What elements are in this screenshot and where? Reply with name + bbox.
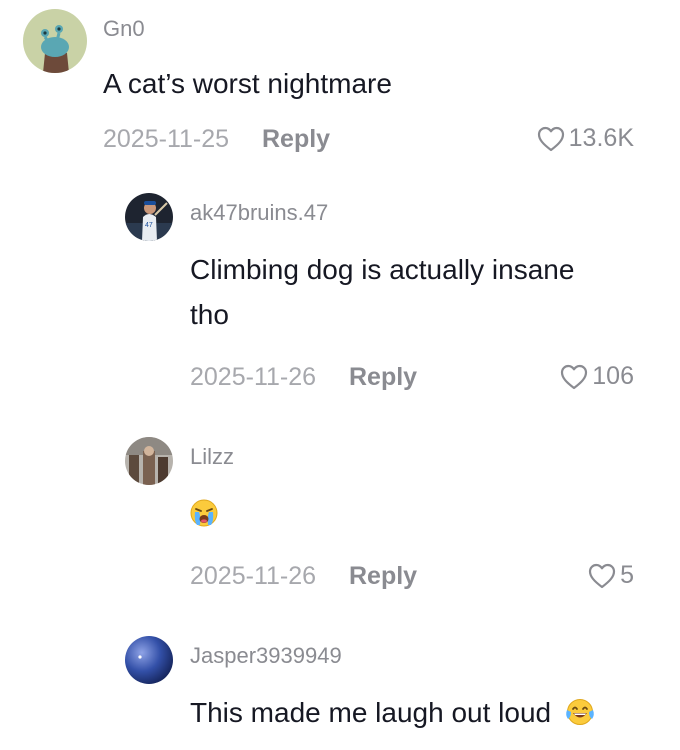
reply-button[interactable]: Reply	[349, 562, 417, 591]
username[interactable]: Jasper3939949	[190, 643, 342, 669]
like-button[interactable]: 106	[560, 362, 634, 391]
avatar[interactable]: 47	[125, 193, 173, 241]
comment-text: A cat’s worst nightmare	[103, 68, 392, 99]
reply-button[interactable]: Reply	[262, 125, 330, 154]
like-count: 5	[620, 561, 634, 589]
comment-date: 2025-11-26	[190, 363, 317, 391]
svg-text:47: 47	[145, 222, 153, 229]
avatar[interactable]	[23, 9, 87, 73]
like-button[interactable]: 13.6K	[537, 124, 634, 153]
snail-avatar-icon	[23, 9, 87, 73]
heart-icon	[537, 126, 564, 151]
comment-text: Climbing dog is actually insane	[190, 254, 575, 285]
crying-face-icon	[190, 499, 218, 527]
avatar[interactable]	[125, 437, 173, 485]
username[interactable]: Gn0	[103, 16, 145, 42]
like-count: 106	[592, 362, 634, 390]
comment-emoji	[190, 499, 218, 527]
reply-button[interactable]: Reply	[349, 363, 417, 392]
like-count: 13.6K	[568, 124, 634, 152]
heart-icon	[588, 563, 616, 588]
comment-date: 2025-11-26	[190, 562, 317, 590]
comment-text-continued: tho	[190, 299, 229, 330]
photo-avatar-icon	[125, 437, 173, 485]
heart-icon	[561, 364, 588, 389]
comment-text-body: This made me laugh out loud	[190, 697, 552, 728]
comment-date: 2025-11-25	[103, 125, 230, 153]
tears-of-joy-icon	[566, 698, 594, 725]
comment-text: This made me laugh out loud	[190, 697, 595, 729]
baseball-player-avatar-icon: 47	[125, 193, 173, 241]
username[interactable]: Lilzz	[190, 444, 234, 470]
blue-sphere-avatar-icon	[125, 636, 173, 684]
avatar[interactable]	[125, 636, 173, 684]
like-button[interactable]: 5	[588, 561, 634, 590]
username[interactable]: ak47bruins.47	[190, 200, 328, 226]
